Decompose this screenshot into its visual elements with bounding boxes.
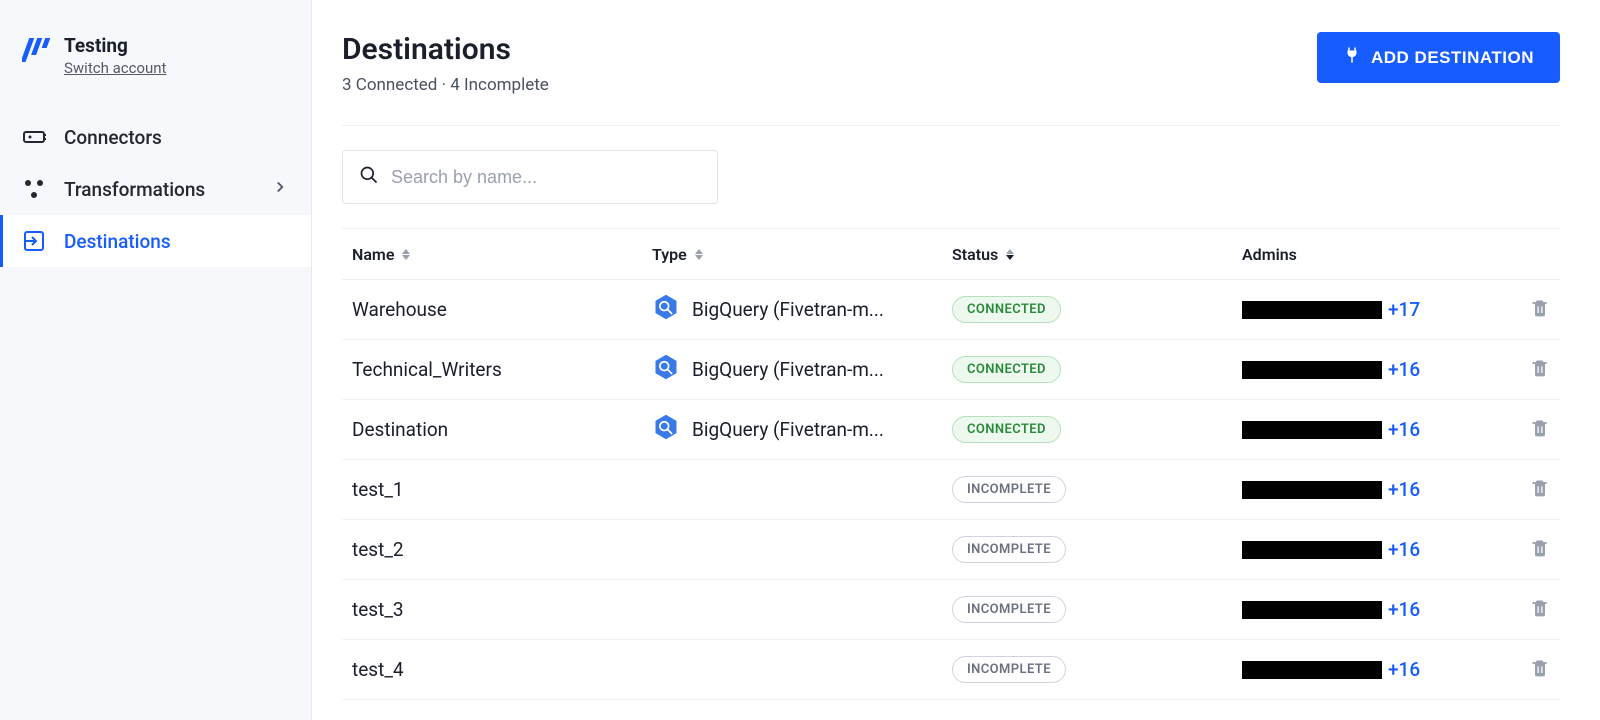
- sidebar-item-destinations[interactable]: Destinations: [0, 215, 311, 267]
- account-block: Testing Switch account: [0, 34, 311, 107]
- add-destination-button[interactable]: ADD DESTINATION: [1317, 32, 1560, 83]
- bigquery-icon: [652, 353, 680, 386]
- admins-more-count[interactable]: +16: [1388, 358, 1420, 381]
- admin-avatar-redacted: [1242, 421, 1382, 439]
- status-badge: CONNECTED: [952, 416, 1061, 443]
- bigquery-icon: [652, 293, 680, 326]
- row-type: BigQuery (Fivetran-m...: [692, 298, 884, 321]
- row-type: BigQuery (Fivetran-m...: [692, 418, 884, 441]
- destinations-icon: [22, 229, 46, 253]
- delete-icon[interactable]: [1530, 478, 1550, 498]
- search-input[interactable]: [391, 167, 701, 188]
- table-row[interactable]: test_4 INCOMPLETE +16: [342, 640, 1560, 700]
- row-type: BigQuery (Fivetran-m...: [692, 358, 884, 381]
- search-section: [342, 126, 1560, 228]
- admin-avatar-redacted: [1242, 361, 1382, 379]
- plug-icon: [1343, 46, 1361, 69]
- bigquery-icon: [652, 413, 680, 446]
- switch-account-link[interactable]: Switch account: [64, 59, 166, 77]
- row-name: test_1: [352, 478, 652, 501]
- column-admins: Admins: [1242, 245, 1490, 264]
- admin-avatar-redacted: [1242, 301, 1382, 319]
- admin-avatar-redacted: [1242, 481, 1382, 499]
- status-badge: INCOMPLETE: [952, 476, 1066, 503]
- search-icon: [359, 165, 379, 189]
- main-content: Destinations 3 Connected · 4 Incomplete …: [312, 0, 1600, 720]
- admin-avatar-redacted: [1242, 541, 1382, 559]
- transformations-icon: [22, 177, 46, 201]
- table-body: Warehouse BigQuery (Fivetran-m... CONNEC…: [342, 280, 1560, 700]
- admin-avatar-redacted: [1242, 661, 1382, 679]
- admins-more-count[interactable]: +16: [1388, 418, 1420, 441]
- admins-more-count[interactable]: +16: [1388, 658, 1420, 681]
- sidebar-item-label: Destinations: [64, 230, 171, 253]
- page-title: Destinations: [342, 32, 549, 67]
- sidebar-item-label: Connectors: [64, 126, 162, 149]
- delete-icon[interactable]: [1530, 298, 1550, 318]
- page-header: Destinations 3 Connected · 4 Incomplete …: [342, 32, 1560, 126]
- row-name: test_2: [352, 538, 652, 561]
- delete-icon[interactable]: [1530, 538, 1550, 558]
- add-destination-label: ADD DESTINATION: [1371, 48, 1534, 68]
- delete-icon[interactable]: [1530, 658, 1550, 678]
- delete-icon[interactable]: [1530, 418, 1550, 438]
- page-subtitle: 3 Connected · 4 Incomplete: [342, 75, 549, 95]
- sidebar-item-label: Transformations: [64, 178, 205, 201]
- table-row[interactable]: Destination BigQuery (Fivetran-m... CONN…: [342, 400, 1560, 460]
- table-row[interactable]: test_1 INCOMPLETE +16: [342, 460, 1560, 520]
- table-row[interactable]: test_2 INCOMPLETE +16: [342, 520, 1560, 580]
- sort-icon: [1006, 249, 1014, 260]
- search-box[interactable]: [342, 150, 718, 204]
- chevron-right-icon: [271, 178, 289, 201]
- status-badge: CONNECTED: [952, 296, 1061, 323]
- connectors-icon: [22, 125, 46, 149]
- sort-icon: [695, 249, 703, 260]
- sidebar-item-connectors[interactable]: Connectors: [0, 111, 311, 163]
- row-name: Warehouse: [352, 298, 652, 321]
- account-name: Testing: [64, 34, 166, 57]
- admins-more-count[interactable]: +16: [1388, 598, 1420, 621]
- status-badge: INCOMPLETE: [952, 656, 1066, 683]
- destinations-table: Name Type Status: [342, 228, 1560, 700]
- table-row[interactable]: test_3 INCOMPLETE +16: [342, 580, 1560, 640]
- admins-more-count[interactable]: +17: [1388, 298, 1420, 321]
- status-badge: CONNECTED: [952, 356, 1061, 383]
- admin-avatar-redacted: [1242, 601, 1382, 619]
- delete-icon[interactable]: [1530, 358, 1550, 378]
- status-badge: INCOMPLETE: [952, 596, 1066, 623]
- sidebar: Testing Switch account Connectors: [0, 0, 312, 720]
- table-header: Name Type Status: [342, 228, 1560, 280]
- column-name[interactable]: Name: [352, 245, 652, 264]
- admins-more-count[interactable]: +16: [1388, 478, 1420, 501]
- row-name: Technical_Writers: [352, 358, 652, 381]
- sidebar-nav: Connectors Transformations: [0, 107, 311, 267]
- row-name: test_3: [352, 598, 652, 621]
- sidebar-item-transformations[interactable]: Transformations: [0, 163, 311, 215]
- table-row[interactable]: Warehouse BigQuery (Fivetran-m... CONNEC…: [342, 280, 1560, 340]
- sort-icon: [402, 249, 410, 260]
- table-row[interactable]: Technical_Writers BigQuery (Fivetran-m..…: [342, 340, 1560, 400]
- column-type[interactable]: Type: [652, 245, 952, 264]
- column-status[interactable]: Status: [952, 245, 1242, 264]
- row-name: test_4: [352, 658, 652, 681]
- delete-icon[interactable]: [1530, 598, 1550, 618]
- row-name: Destination: [352, 418, 652, 441]
- admins-more-count[interactable]: +16: [1388, 538, 1420, 561]
- fivetran-logo-icon: [22, 36, 50, 64]
- status-badge: INCOMPLETE: [952, 536, 1066, 563]
